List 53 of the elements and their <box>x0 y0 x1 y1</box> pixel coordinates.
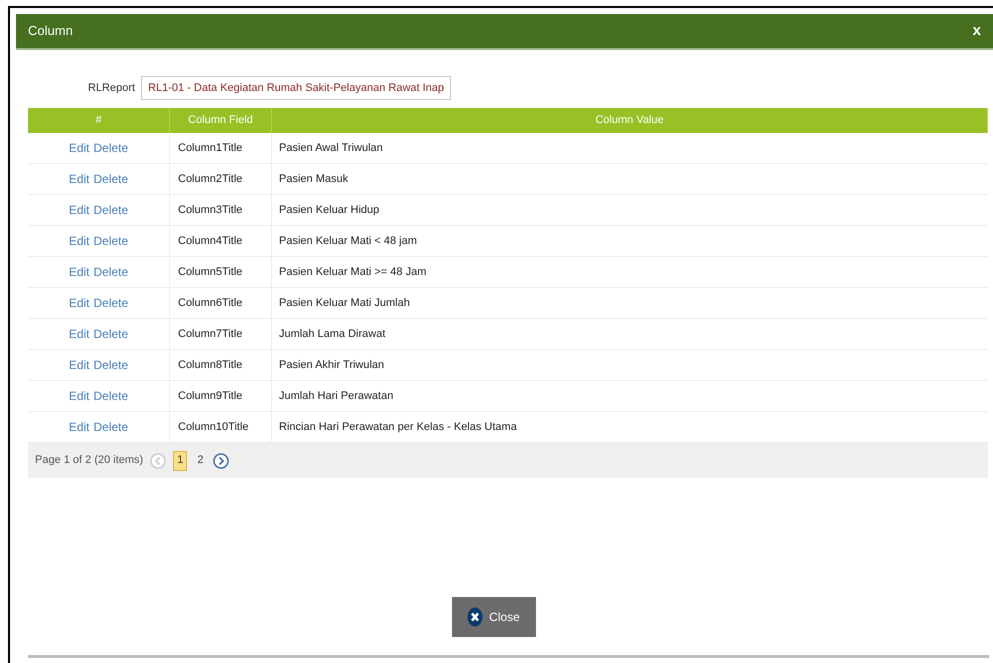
table-cell-text: Column2Title <box>178 172 242 187</box>
edit-link[interactable]: Edit <box>68 356 90 374</box>
delete-link[interactable]: Delete <box>94 139 128 157</box>
window-title: Column <box>28 22 73 40</box>
edit-link[interactable]: Edit <box>68 294 90 312</box>
page-button[interactable]: 1 <box>173 450 188 470</box>
column-header: Column Field <box>170 108 272 133</box>
delete-link[interactable]: Delete <box>94 263 128 281</box>
delete-link[interactable]: Delete <box>94 325 128 343</box>
next-page-icon[interactable] <box>213 452 230 468</box>
column-header: # <box>28 108 170 133</box>
column-header: Column Value <box>272 108 988 133</box>
table-cell-text: Column4Title <box>178 234 242 249</box>
table-cell-text: Column3Title <box>178 202 242 218</box>
page-button[interactable]: 2 <box>194 450 206 470</box>
delete-link[interactable]: Delete <box>94 232 128 250</box>
table-cell-text: Column7Title <box>178 326 242 342</box>
table-cell-text: Column1Title <box>178 140 242 156</box>
table-cell-text: Column10Title <box>178 420 249 435</box>
table-cell-text: Pasien Keluar Mati >= 48 Jam <box>279 264 426 280</box>
table-cell-text: Column8Title <box>178 358 242 373</box>
table-cell-text: Column5Title <box>178 264 242 280</box>
table-cell-text: Pasien Masuk <box>279 172 348 187</box>
delete-link[interactable]: Delete <box>94 356 128 374</box>
edit-link[interactable]: Edit <box>68 263 90 281</box>
edit-link[interactable]: Edit <box>68 139 90 157</box>
table-cell-text: Pasien Keluar Hidup <box>279 202 380 218</box>
edit-link[interactable]: Edit <box>68 232 90 250</box>
edit-link[interactable]: Edit <box>68 201 90 219</box>
table-cell-text: Jumlah Hari Perawatan <box>279 388 394 404</box>
table-cell-text: Column9Title <box>178 388 242 404</box>
delete-link[interactable]: Delete <box>94 294 128 312</box>
table-cell-text: Rincian Hari Perawatan per Kelas - Kelas Utama <box>279 420 517 435</box>
edit-link[interactable]: Edit <box>68 170 90 188</box>
table-cell-text: Pasien Awal Triwulan <box>279 140 383 156</box>
edit-link[interactable]: Edit <box>68 418 90 436</box>
delete-link[interactable]: Delete <box>94 418 128 436</box>
report-field[interactable]: RL1-01 - Data Kegiatan Rumah Sakit-Pelayanan Rawat Inap <box>141 76 452 100</box>
table-cell-text: Pasien Akhir Triwulan <box>279 358 384 373</box>
delete-link[interactable]: Delete <box>94 170 128 188</box>
report-label: RLReport <box>88 80 136 96</box>
delete-link[interactable]: Delete <box>94 387 128 405</box>
pager-summary: Page 1 of 2 (20 items) <box>35 453 144 468</box>
delete-link[interactable]: Delete <box>94 201 128 219</box>
close-icon <box>467 607 484 627</box>
edit-link[interactable]: Edit <box>68 387 90 405</box>
edit-link[interactable]: Edit <box>68 325 90 343</box>
table-cell-text: Pasien Keluar Mati < 48 jam <box>279 234 417 249</box>
table-cell-text: Pasien Keluar Mati Jumlah <box>279 296 410 311</box>
close-dialog-button[interactable]: Close <box>452 597 536 637</box>
table-cell-text: Jumlah Lama Dirawat <box>279 326 386 342</box>
window-close-button[interactable]: x <box>972 20 981 42</box>
table-cell-text: Column6Title <box>178 296 242 311</box>
